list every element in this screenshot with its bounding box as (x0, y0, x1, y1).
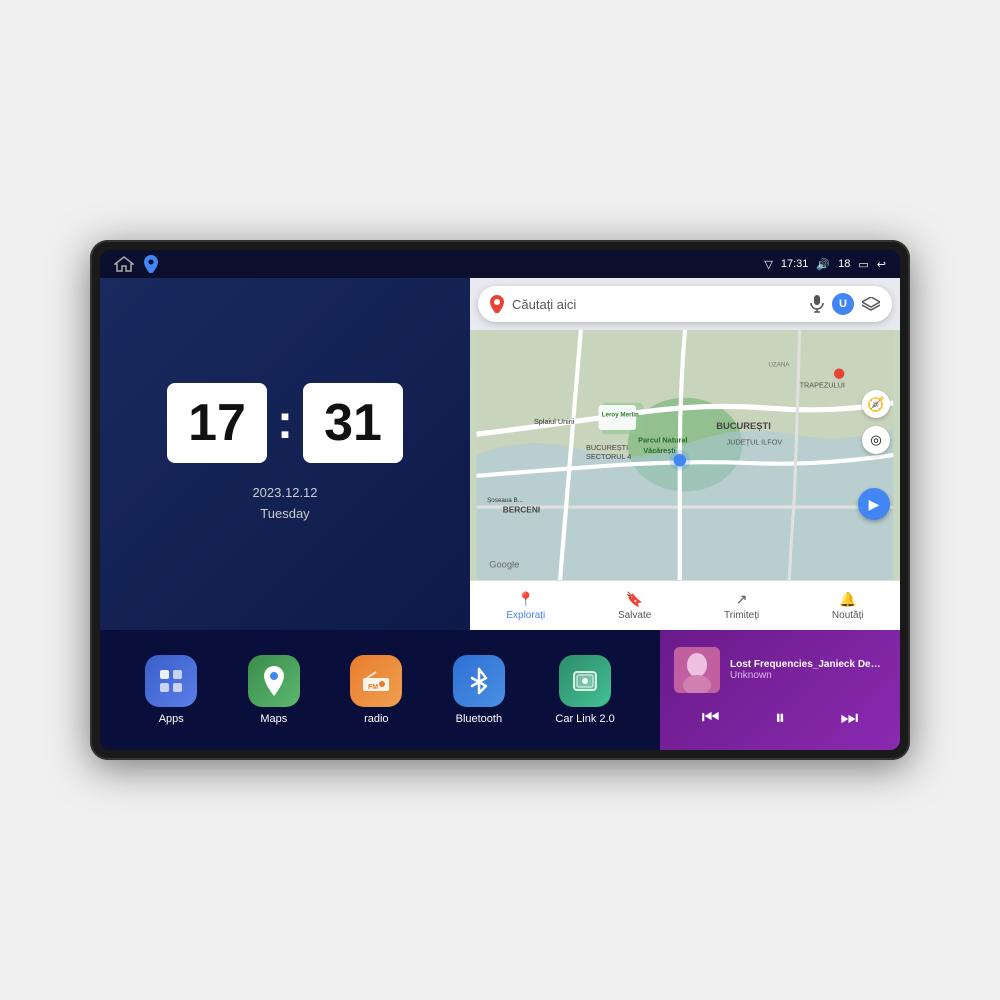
carlink-icon (572, 668, 598, 694)
home-icon[interactable] (114, 256, 134, 272)
svg-text:Google: Google (489, 560, 519, 570)
app-label-bluetooth: Bluetooth (456, 713, 502, 725)
volume-icon: 🔊 (816, 258, 830, 271)
location-icon[interactable] (144, 255, 158, 273)
news-icon: 🔔 (839, 591, 856, 608)
map-locate-button[interactable]: ◎ (862, 426, 890, 454)
user-avatar[interactable]: U (832, 293, 854, 315)
app-icon-maps (248, 655, 300, 707)
signal-icon: ▽ (764, 258, 772, 271)
music-thumb-art (674, 647, 720, 693)
explore-label: Explorați (506, 610, 545, 621)
map-search-icons: U (810, 293, 880, 315)
svg-text:BUCUREȘTI: BUCUREȘTI (716, 421, 771, 431)
app-icon-radio: FM (350, 655, 402, 707)
app-item-radio[interactable]: FM radio (350, 655, 402, 725)
music-controls: ⏮ ⏸ ⏭ (674, 703, 886, 734)
app-label-carlink: Car Link 2.0 (555, 713, 614, 725)
music-panel: Lost Frequencies_Janieck Devy-... Unknow… (660, 630, 900, 750)
volume-level: 18 (838, 258, 850, 270)
app-label-radio: radio (364, 713, 388, 725)
music-thumbnail (674, 647, 720, 693)
map-body: Splaiul Unirii Șoseaua B... BUCUREȘTI JU… (470, 330, 900, 580)
app-label-maps: Maps (260, 713, 287, 725)
clock-display: 17 : 31 (167, 383, 403, 463)
svg-text:Parcul Natural: Parcul Natural (638, 436, 687, 445)
svg-text:BERCENI: BERCENI (503, 504, 540, 514)
battery-icon: ▭ (858, 258, 868, 271)
clock-hour: 17 (167, 383, 267, 463)
music-text: Lost Frequencies_Janieck Devy-... Unknow… (730, 659, 886, 681)
apps-grid-icon (158, 668, 184, 694)
map-panel: Căutați aici U (470, 278, 900, 630)
music-info: Lost Frequencies_Janieck Devy-... Unknow… (674, 647, 886, 693)
map-search-bar[interactable]: Căutați aici U (478, 286, 892, 322)
svg-text:BUCUREȘTI: BUCUREȘTI (586, 443, 628, 452)
app-icon-bluetooth (453, 655, 505, 707)
explore-icon: 📍 (517, 591, 534, 608)
clock-colon: : (277, 399, 293, 447)
svg-text:TRAPEZULUI: TRAPEZULUI (800, 380, 845, 389)
status-left (114, 255, 158, 273)
svg-text:UZANA: UZANA (768, 361, 790, 368)
saved-label: Salvate (618, 610, 651, 621)
saved-icon: 🔖 (626, 591, 643, 608)
app-item-maps[interactable]: Maps (248, 655, 300, 725)
maps-pin-icon (261, 666, 287, 696)
album-art (674, 647, 720, 693)
svg-text:SECTORUL 4: SECTORUL 4 (586, 452, 631, 461)
bottom-section: Apps Maps (100, 630, 900, 750)
share-label: Trimiteți (724, 610, 759, 621)
clock-day-text: Tuesday (252, 504, 317, 525)
map-tab-share[interactable]: ↗ Trimiteți (724, 591, 759, 621)
status-bar: ▽ 17:31 🔊 18 ▭ ↩ (100, 250, 900, 278)
bluetooth-icon (468, 667, 490, 695)
apps-panel: Apps Maps (100, 630, 660, 750)
mic-icon[interactable] (810, 295, 824, 313)
time-display: 17:31 (781, 258, 809, 270)
svg-text:FM: FM (368, 684, 378, 691)
svg-text:Leroy Merlin: Leroy Merlin (602, 411, 639, 418)
map-svg: Splaiul Unirii Șoseaua B... BUCUREȘTI JU… (470, 330, 900, 580)
main-content: 17 : 31 2023.12.12 Tuesday (100, 278, 900, 750)
music-play-button[interactable]: ⏸ (767, 703, 793, 734)
map-navigate-button[interactable]: ▶ (858, 488, 890, 520)
svg-text:Văcărești: Văcărești (643, 446, 675, 455)
clock-date-text: 2023.12.12 (252, 483, 317, 504)
map-pin-icon (490, 295, 504, 313)
app-item-bluetooth[interactable]: Bluetooth (453, 655, 505, 725)
map-search-text[interactable]: Căutați aici (512, 297, 802, 312)
back-icon[interactable]: ↩ (877, 258, 886, 271)
radio-icon: FM (362, 670, 390, 692)
map-tab-saved[interactable]: 🔖 Salvate (618, 591, 651, 621)
clock-minute: 31 (303, 383, 403, 463)
device-shell: ▽ 17:31 🔊 18 ▭ ↩ 17 : 31 (90, 240, 910, 760)
app-label-apps: Apps (159, 713, 184, 725)
music-title: Lost Frequencies_Janieck Devy-... (730, 659, 886, 670)
svg-text:Splaiul Unirii: Splaiul Unirii (534, 417, 575, 426)
device-screen: ▽ 17:31 🔊 18 ▭ ↩ 17 : 31 (100, 250, 900, 750)
music-artist: Unknown (730, 670, 886, 681)
top-section: 17 : 31 2023.12.12 Tuesday (100, 278, 900, 630)
news-label: Noutăți (832, 610, 864, 621)
app-icon-carlink (559, 655, 611, 707)
layers-icon[interactable] (862, 297, 880, 311)
map-bottom-bar: 📍 Explorați 🔖 Salvate ↗ Trimiteți 🔔 (470, 580, 900, 630)
app-item-apps[interactable]: Apps (145, 655, 197, 725)
music-next-button[interactable]: ⏭ (832, 703, 866, 734)
status-right: ▽ 17:31 🔊 18 ▭ ↩ (764, 258, 886, 271)
map-compass-button[interactable]: 🧭 (862, 390, 890, 418)
map-tab-explore[interactable]: 📍 Explorați (506, 591, 545, 621)
clock-panel: 17 : 31 2023.12.12 Tuesday (100, 278, 470, 630)
music-prev-button[interactable]: ⏮ (694, 703, 728, 734)
share-icon: ↗ (736, 591, 748, 608)
app-icon-apps (145, 655, 197, 707)
clock-date: 2023.12.12 Tuesday (252, 483, 317, 525)
app-item-carlink[interactable]: Car Link 2.0 (555, 655, 614, 725)
map-tab-news[interactable]: 🔔 Noutăți (832, 591, 864, 621)
svg-text:JUDEȚUL ILFOV: JUDEȚUL ILFOV (727, 438, 783, 447)
svg-text:Șoseaua B...: Șoseaua B... (487, 497, 523, 504)
